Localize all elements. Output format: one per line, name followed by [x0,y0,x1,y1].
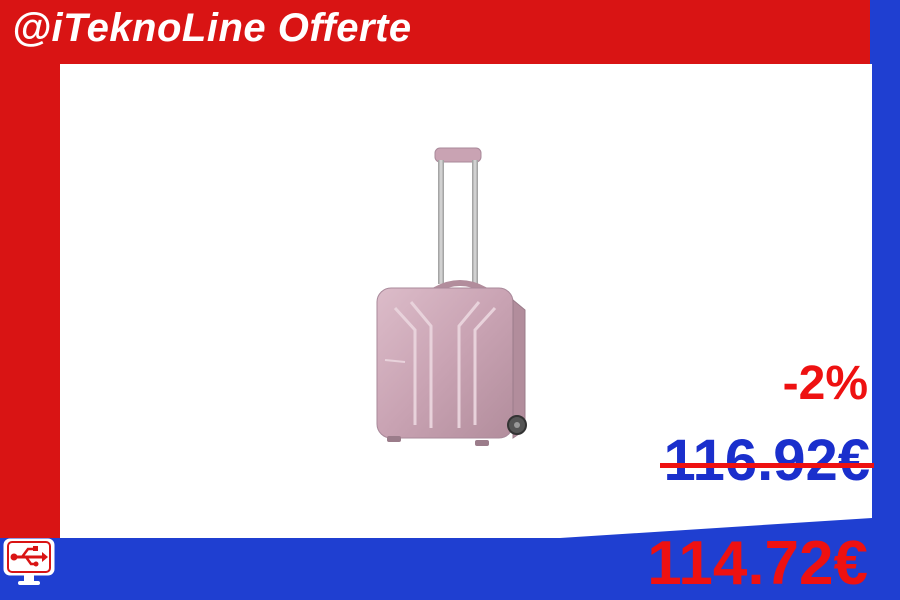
old-price: 116.92€ [659,432,874,490]
usb-monitor-logo-icon[interactable] [2,537,56,587]
new-price: 114.72€ [647,529,868,598]
trolley-case-image[interactable] [365,140,535,460]
discount-badge: -2% [782,357,868,410]
strikethrough-line [659,463,874,468]
old-price-value: 116.92€ [663,428,870,493]
right-blue-band [870,0,900,600]
brand-title: @iTeknoLine Offerte [12,6,412,50]
left-red-band [0,0,60,540]
